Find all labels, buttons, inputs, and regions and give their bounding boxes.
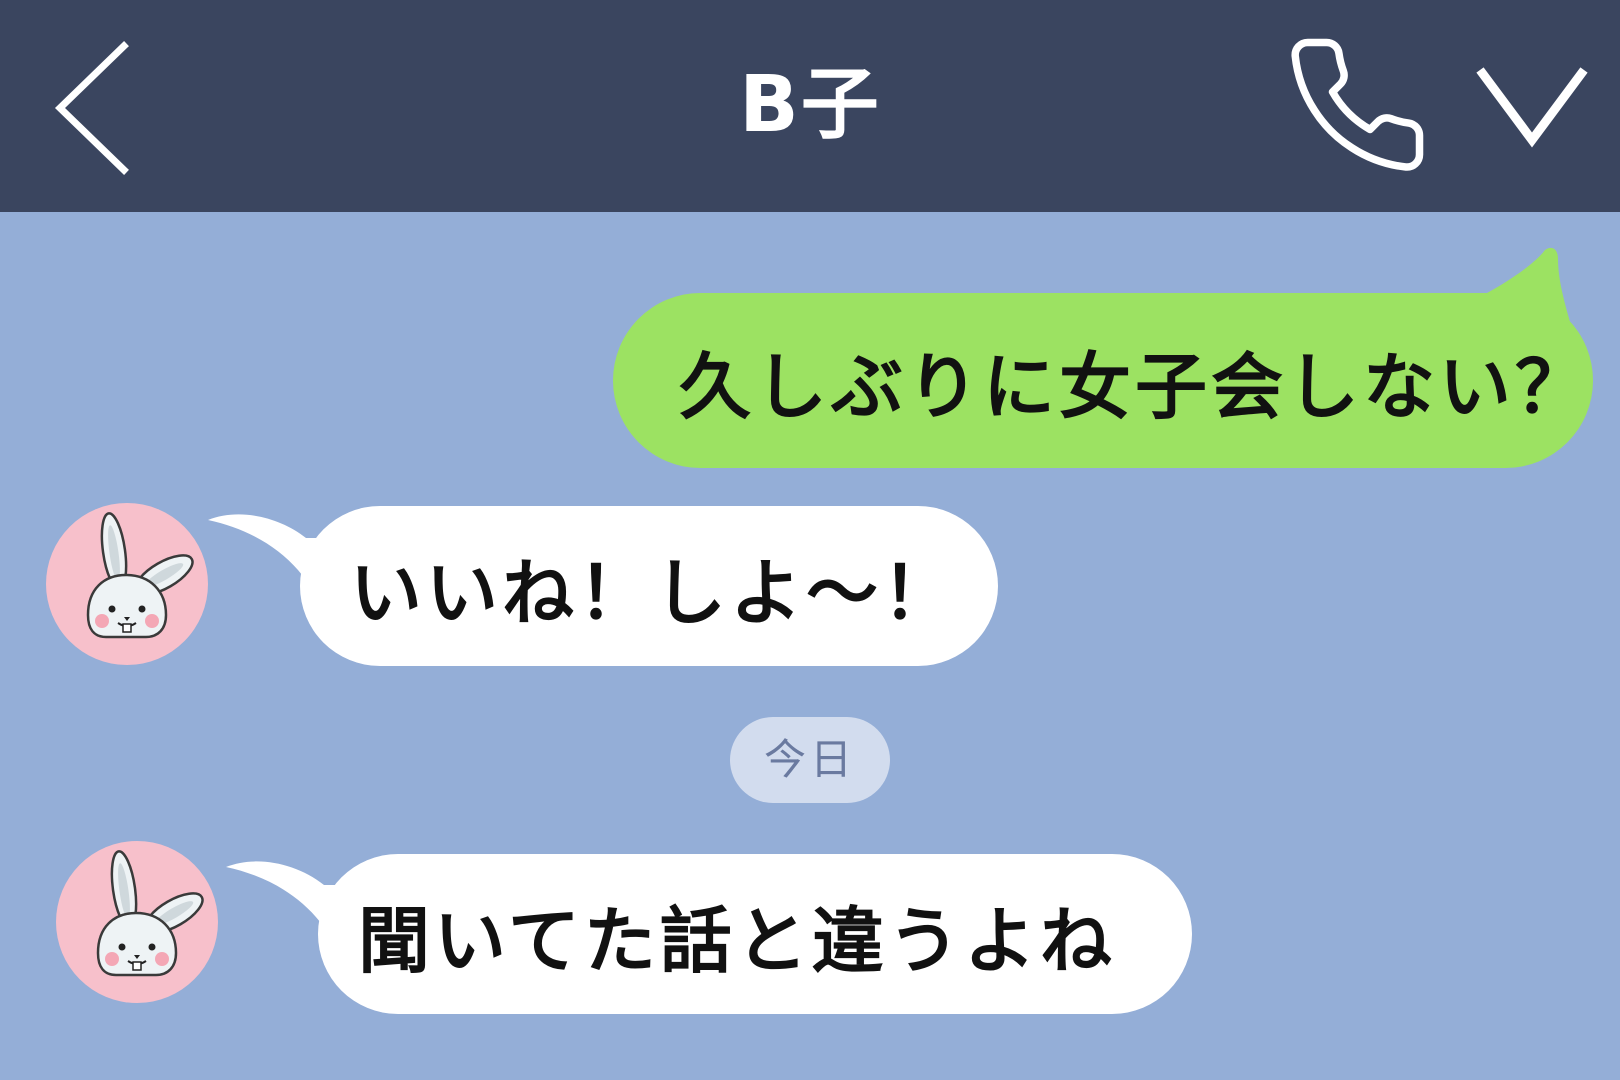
chevron-down-icon[interactable] [1472, 52, 1592, 162]
incoming-message-text: いいね！しよ〜！ [350, 550, 959, 635]
chat-header: B子 [0, 0, 1620, 212]
incoming-message-bubble[interactable]: 聞いてた話と違うよね [318, 854, 1192, 1014]
chat-title: B子 [739, 60, 881, 150]
rabbit-icon [86, 512, 194, 639]
rabbit-avatar[interactable] [46, 503, 208, 665]
date-separator: 今日 [730, 717, 890, 803]
incoming-message-text: 聞いてた話と違うよね [358, 898, 1116, 983]
rabbit-icon [96, 850, 204, 977]
outgoing-message-bubble[interactable]: 久しぶりに女子会しない？ [613, 293, 1593, 468]
rabbit-avatar[interactable] [56, 841, 218, 1003]
back-chevron-icon[interactable] [46, 38, 146, 178]
incoming-message-bubble[interactable]: いいね！しよ〜！ [300, 506, 998, 666]
outgoing-message-text: 久しぶりに女子会しない？ [679, 345, 1592, 429]
phone-icon[interactable] [1282, 30, 1432, 180]
